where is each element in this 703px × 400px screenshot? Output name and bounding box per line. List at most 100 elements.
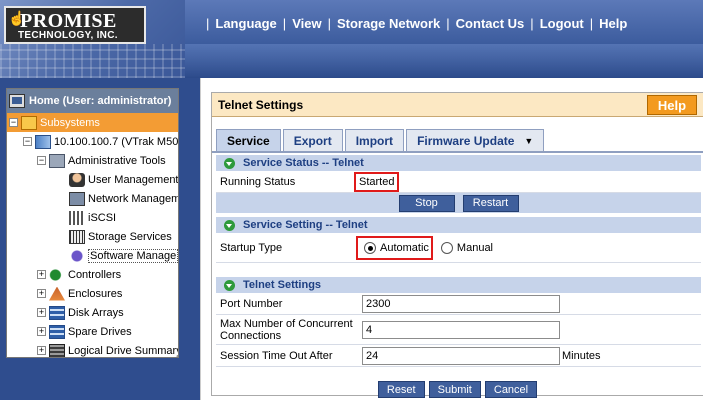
automatic-label: Automatic	[380, 241, 429, 254]
user-icon	[69, 172, 85, 187]
status-button-row: Stop Restart	[216, 193, 701, 213]
collapse-arrow-icon[interactable]	[224, 279, 235, 291]
session-timeout-input[interactable]	[362, 346, 560, 365]
page-title: Telnet Settings	[218, 97, 304, 112]
expand-icon[interactable]: +	[37, 308, 46, 317]
disk-array-icon	[49, 305, 65, 320]
expand-icon[interactable]: +	[37, 327, 46, 336]
manual-label: Manual	[456, 241, 493, 254]
service-setting-section: Service Setting -- Telnet Startup Type A…	[216, 217, 701, 263]
sidebar-home-label: Home (User: administrator)	[29, 95, 172, 107]
automatic-option[interactable]: Automatic	[356, 235, 433, 260]
session-timeout-label: Session Time Out After	[216, 349, 362, 362]
manual-radio[interactable]	[440, 241, 453, 254]
chevron-down-icon: ▼	[524, 135, 534, 146]
port-number-row: Port Number	[216, 293, 701, 315]
sidebar-item-software-management[interactable]: Software Management	[7, 246, 178, 265]
sidebar-item-label: Administrative Tools	[68, 154, 166, 167]
collapse-arrow-icon[interactable]	[224, 157, 235, 169]
tab-label: Firmware Update	[417, 133, 515, 148]
nav-view[interactable]: View	[292, 16, 321, 31]
header-wave-decoration	[185, 44, 703, 78]
service-status-section: Service Status -- Telnet Running Status …	[216, 155, 701, 213]
stop-button[interactable]: Stop	[398, 194, 455, 212]
submit-button[interactable]: Submit	[428, 381, 481, 398]
collapse-arrow-icon[interactable]	[224, 219, 235, 231]
network-icon	[69, 191, 85, 206]
reset-button[interactable]: Reset	[377, 381, 425, 398]
sidebar-home[interactable]: Home (User: administrator)	[7, 89, 178, 113]
header-banner: ☝ PROMISE TECHNOLOGY, INC. | Language | …	[0, 0, 703, 78]
running-status-label: Running Status	[216, 175, 362, 188]
sidebar-item-label: Network Management	[88, 192, 178, 205]
sidebar-item-vtrak[interactable]: − 10.100.100.7 (VTrak M500	[7, 132, 178, 151]
section-header[interactable]: Service Setting -- Telnet	[216, 217, 701, 233]
sidebar-item-enclosures[interactable]: + Enclosures	[7, 284, 178, 303]
collapse-icon[interactable]: −	[23, 137, 32, 146]
help-button[interactable]: Help	[647, 95, 697, 115]
sidebar-item-network-management[interactable]: Network Management	[7, 189, 178, 208]
tab-service[interactable]: Service	[216, 129, 281, 151]
sidebar-item-label: Disk Arrays	[68, 306, 124, 319]
restart-button[interactable]: Restart	[462, 194, 519, 212]
form-button-row: Reset Submit Cancel	[212, 381, 703, 398]
sidebar-item-storage-services[interactable]: Storage Services	[7, 227, 178, 246]
subsystems-folder-icon	[21, 115, 37, 130]
tab-underline	[212, 151, 703, 153]
sidebar-item-label: User Management	[88, 173, 178, 186]
logo-grid-decoration	[0, 44, 185, 78]
sidebar-item-disk-arrays[interactable]: + Disk Arrays	[7, 303, 178, 322]
automatic-radio[interactable]	[364, 241, 376, 254]
enclosure-icon	[49, 286, 65, 301]
nav-help[interactable]: Help	[599, 16, 627, 31]
tab-import[interactable]: Import	[344, 129, 405, 151]
expand-icon[interactable]: +	[37, 289, 46, 298]
promise-logo[interactable]: ☝ PROMISE TECHNOLOGY, INC.	[4, 6, 146, 44]
collapse-icon[interactable]: −	[9, 118, 18, 127]
panel-title-bar: Telnet Settings	[212, 93, 703, 117]
logical-drive-icon	[49, 343, 65, 357]
sidebar-item-spare-drives[interactable]: + Spare Drives	[7, 322, 178, 341]
nav-storage-network[interactable]: Storage Network	[337, 16, 440, 31]
port-number-label: Port Number	[216, 297, 362, 310]
nav-language[interactable]: Language	[215, 16, 276, 31]
expand-icon[interactable]: +	[37, 270, 46, 279]
spare-drive-icon	[49, 324, 65, 339]
sidebar-item-label: 10.100.100.7 (VTrak M500	[54, 135, 178, 148]
tab-export[interactable]: Export	[282, 129, 343, 151]
sidebar-item-subsystems[interactable]: − Subsystems	[7, 113, 178, 132]
section-header[interactable]: Telnet Settings	[216, 277, 701, 293]
telnet-settings-section: Telnet Settings Port Number Max Number o…	[216, 277, 701, 367]
sidebar-item-iscsi[interactable]: iSCSI	[7, 208, 178, 227]
sidebar-item-label: Subsystems	[40, 116, 100, 129]
sidebar-item-user-management[interactable]: User Management	[7, 170, 178, 189]
telnet-settings-panel: Telnet Settings Help Service Export Impo…	[211, 92, 703, 398]
home-computer-icon	[9, 94, 25, 108]
sidebar-item-label: Enclosures	[68, 287, 123, 300]
iscsi-icon	[69, 210, 85, 225]
section-header[interactable]: Service Status -- Telnet	[216, 155, 701, 171]
section-title: Telnet Settings	[243, 279, 322, 291]
startup-type-label: Startup Type	[216, 241, 362, 254]
sidebar-item-administrative-tools[interactable]: − Administrative Tools	[7, 151, 178, 170]
running-status-row: Running Status Started	[216, 171, 701, 193]
max-connections-input[interactable]	[362, 320, 560, 339]
admin-tools-icon	[49, 153, 65, 168]
logo-area: ☝ PROMISE TECHNOLOGY, INC.	[0, 0, 185, 78]
sidebar-item-logical-drive-summary[interactable]: + Logical Drive Summary	[7, 341, 178, 357]
max-connections-row: Max Number of Concurrent Connections	[216, 315, 701, 345]
storage-services-icon	[69, 229, 85, 244]
startup-type-row: Startup Type Automatic Manual	[216, 233, 701, 263]
tab-firmware-update[interactable]: Firmware Update ▼	[406, 129, 545, 151]
sidebar-item-label: iSCSI	[88, 211, 117, 224]
collapse-icon[interactable]: −	[37, 156, 46, 165]
session-timeout-row: Session Time Out After Minutes	[216, 345, 701, 367]
section-title: Service Status -- Telnet	[243, 157, 364, 169]
sidebar-item-label: Software Management	[88, 248, 178, 263]
nav-contact-us[interactable]: Contact Us	[456, 16, 525, 31]
nav-logout[interactable]: Logout	[540, 16, 584, 31]
expand-icon[interactable]: +	[37, 346, 46, 355]
sidebar-item-controllers[interactable]: + Controllers	[7, 265, 178, 284]
cancel-button[interactable]: Cancel	[484, 381, 538, 398]
port-number-input[interactable]	[362, 294, 560, 313]
